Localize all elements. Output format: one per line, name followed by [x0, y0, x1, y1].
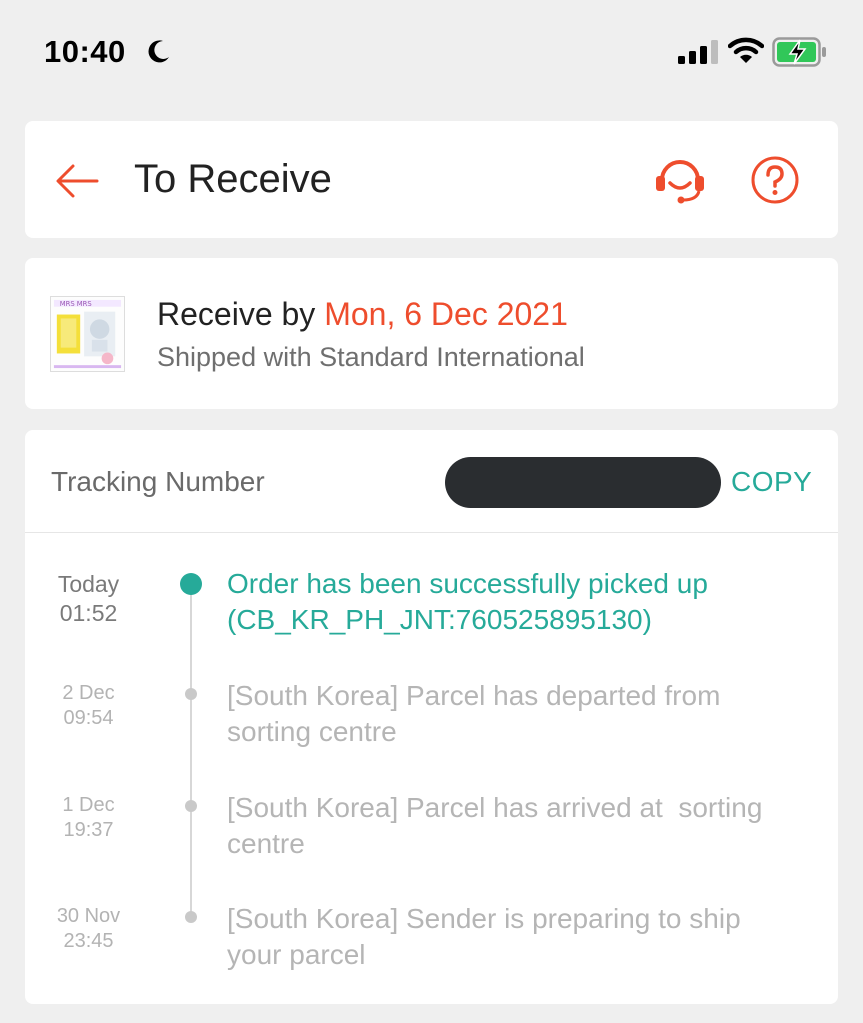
- timeline-dot: [185, 688, 197, 700]
- event-description: [South Korea] Parcel has arrived at sort…: [227, 790, 817, 862]
- page-title: To Receive: [134, 157, 332, 201]
- product-thumbnail: MRS MRS: [50, 296, 125, 372]
- event-day: 30 Nov: [56, 905, 121, 927]
- event-description-line: sorting centre: [227, 716, 397, 747]
- event-description-line: your parcel: [227, 939, 366, 970]
- event-day: Today: [57, 571, 120, 597]
- headset-icon[interactable]: [653, 153, 707, 207]
- event-date: Today 01:52: [51, 570, 126, 628]
- event-description: [South Korea] Sender is preparing to shi…: [227, 901, 817, 973]
- event-description-line: [South Korea] Parcel has arrived at sort…: [227, 792, 763, 823]
- receive-by-prefix: Receive by: [157, 296, 316, 332]
- event-time: 19:37: [63, 819, 114, 841]
- event-description: [South Korea] Parcel has departed from s…: [227, 678, 817, 750]
- divider: [25, 532, 838, 533]
- battery-charging-icon: [772, 37, 826, 67]
- event-description-line: Order has been successfully picked up: [227, 568, 708, 599]
- moon-icon: [148, 40, 169, 63]
- event-day: 1 Dec: [62, 794, 115, 816]
- tracking-card: Tracking Number COPY Today 01:52 Order h…: [25, 430, 838, 1004]
- event-date: 1 Dec 19:37: [51, 793, 126, 843]
- thumb-text: MRS MRS: [60, 300, 92, 308]
- timeline-dot: [185, 800, 197, 812]
- arrow-left-icon[interactable]: [53, 157, 101, 205]
- delivery-summary-card[interactable]: MRS MRS Receive by Mon, 6 Dec 2021 Shipp…: [25, 258, 838, 409]
- event-date: 2 Dec 09:54: [51, 681, 126, 731]
- event-time: 01:52: [59, 600, 118, 626]
- event-description-line: centre: [227, 828, 305, 859]
- event-time: 09:54: [63, 707, 114, 729]
- status-bar: 10:40: [0, 0, 863, 100]
- event-description: Order has been successfully picked up (C…: [227, 566, 817, 638]
- event-description-line: [South Korea] Parcel has departed from: [227, 680, 721, 711]
- cellular-signal-icon: [678, 40, 718, 64]
- event-time: 23:45: [63, 930, 114, 952]
- timeline-dot-active: [180, 573, 202, 595]
- header-bar: To Receive: [25, 121, 838, 238]
- timeline-dot: [185, 911, 197, 923]
- event-description-line: (CB_KR_PH_JNT:760525895130): [227, 604, 652, 635]
- event-date: 30 Nov 23:45: [51, 904, 126, 954]
- tracking-number-redacted: [445, 457, 721, 508]
- wifi-icon: [728, 37, 764, 63]
- receive-by-line: Receive by Mon, 6 Dec 2021: [157, 296, 568, 333]
- timeline-line: [190, 584, 192, 918]
- event-description-line: [South Korea] Sender is preparing to shi…: [227, 903, 741, 934]
- status-time: 10:40: [44, 34, 126, 69]
- event-day: 2 Dec: [62, 682, 115, 704]
- tracking-number-label: Tracking Number: [51, 466, 265, 497]
- question-icon[interactable]: [749, 154, 801, 206]
- copy-button[interactable]: COPY: [731, 466, 812, 498]
- estimated-delivery-date: Mon, 6 Dec 2021: [324, 296, 568, 332]
- shipping-method: Shipped with Standard International: [157, 342, 585, 372]
